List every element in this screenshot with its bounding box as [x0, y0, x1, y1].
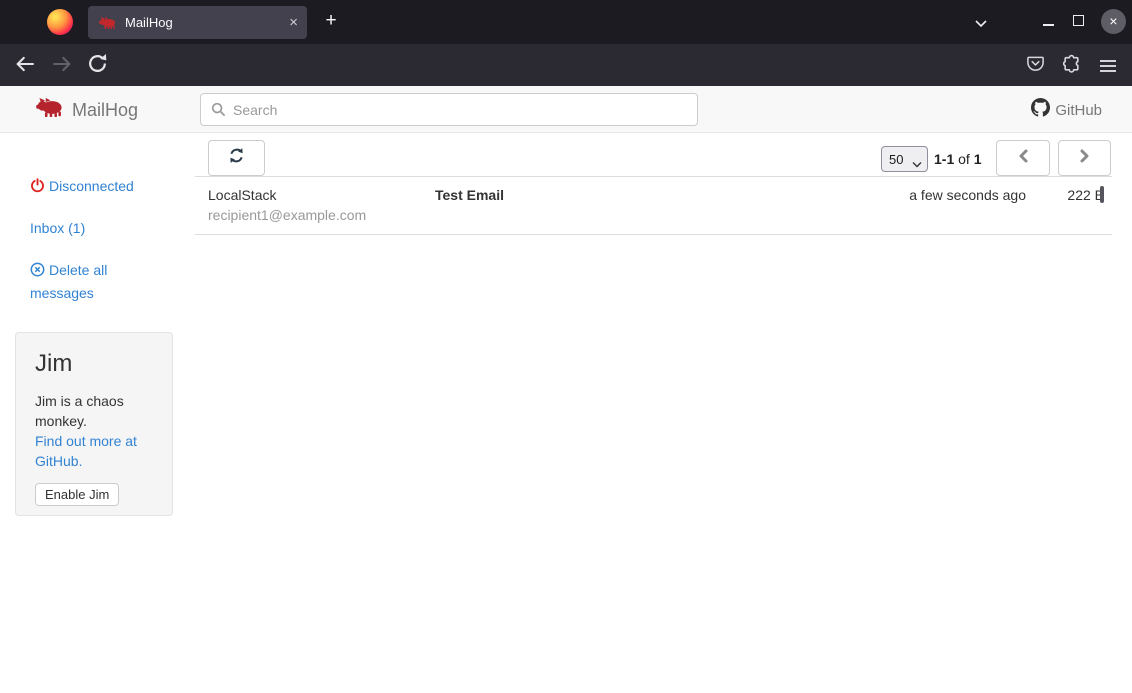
page-size-select-wrap: 50 — [881, 146, 928, 172]
browser-navigation-bar: mailhog.localhost.localstack.cloud:4566/… — [0, 44, 1132, 86]
list-tabs-chevron-down-icon[interactable] — [974, 15, 988, 33]
reload-button[interactable] — [87, 53, 108, 79]
connection-status-label: Disconnected — [49, 178, 134, 194]
sidebar-item-delete-all[interactable]: Delete all messages — [30, 260, 150, 304]
inbox-label: Inbox (1) — [30, 220, 85, 236]
search-input[interactable] — [233, 102, 697, 118]
remove-circle-icon — [30, 262, 45, 283]
message-size: 222 B — [1026, 186, 1104, 205]
message-subject: Test Email — [435, 186, 909, 205]
refresh-button[interactable] — [208, 140, 265, 176]
sidebar-item-connection-status[interactable]: Disconnected — [30, 176, 134, 199]
menu-hamburger-icon[interactable] — [1100, 59, 1116, 77]
pocket-icon[interactable] — [1026, 54, 1045, 78]
close-tab-icon[interactable]: × — [289, 14, 298, 31]
sidebar-item-inbox[interactable]: Inbox (1) — [30, 218, 85, 239]
github-label: GitHub — [1055, 102, 1102, 119]
power-icon — [30, 178, 45, 199]
page-size-select[interactable]: 50 — [881, 146, 928, 172]
github-link[interactable]: GitHub — [1031, 98, 1102, 122]
mailhog-favicon-pig-icon — [99, 17, 117, 29]
pagination-range: 1-1 of 1 — [934, 151, 982, 167]
jim-panel: Jim Jim is a chaos monkey. Find out more… — [15, 332, 173, 516]
message-received-time: a few seconds ago — [909, 186, 1026, 205]
search-icon — [211, 102, 226, 117]
brand-name: MailHog — [72, 100, 138, 121]
message-list: LocalStack recipient1@example.com Test E… — [195, 176, 1112, 235]
message-from: LocalStack — [208, 186, 435, 205]
message-sender-column: LocalStack recipient1@example.com — [208, 186, 435, 225]
firefox-icon — [47, 9, 73, 35]
refresh-icon — [228, 147, 245, 169]
browser-tab[interactable]: MailHog × — [88, 6, 307, 39]
github-octocat-icon — [1031, 98, 1050, 122]
close-window-button[interactable]: × — [1101, 9, 1126, 34]
back-button[interactable] — [14, 53, 36, 80]
forward-button[interactable] — [51, 53, 73, 80]
extensions-puzzle-icon[interactable] — [1062, 54, 1081, 78]
maximize-button[interactable] — [1073, 15, 1084, 26]
chevron-right-icon — [1080, 149, 1089, 168]
mailhog-brand: MailHog — [36, 98, 138, 122]
jim-title: Jim — [35, 350, 153, 378]
jim-description: Jim is a chaos monkey. — [35, 391, 153, 431]
mailhog-pig-icon — [36, 98, 65, 122]
search-box — [200, 93, 698, 126]
tab-title: MailHog — [125, 15, 289, 30]
chevron-left-icon — [1019, 149, 1028, 168]
previous-page-button[interactable] — [996, 140, 1050, 176]
list-scrollbar-thumb[interactable] — [1100, 186, 1104, 203]
message-to: recipient1@example.com — [208, 205, 435, 225]
next-page-button[interactable] — [1058, 140, 1111, 176]
app-header: MailHog GitHub — [0, 86, 1132, 133]
jim-github-link[interactable]: Find out more at GitHub. — [35, 431, 153, 471]
enable-jim-button[interactable]: Enable Jim — [35, 483, 119, 506]
browser-tab-bar: MailHog × + × — [0, 0, 1132, 44]
new-tab-button[interactable]: + — [318, 8, 344, 34]
minimize-button[interactable] — [1043, 10, 1055, 26]
message-row[interactable]: LocalStack recipient1@example.com Test E… — [195, 177, 1112, 235]
